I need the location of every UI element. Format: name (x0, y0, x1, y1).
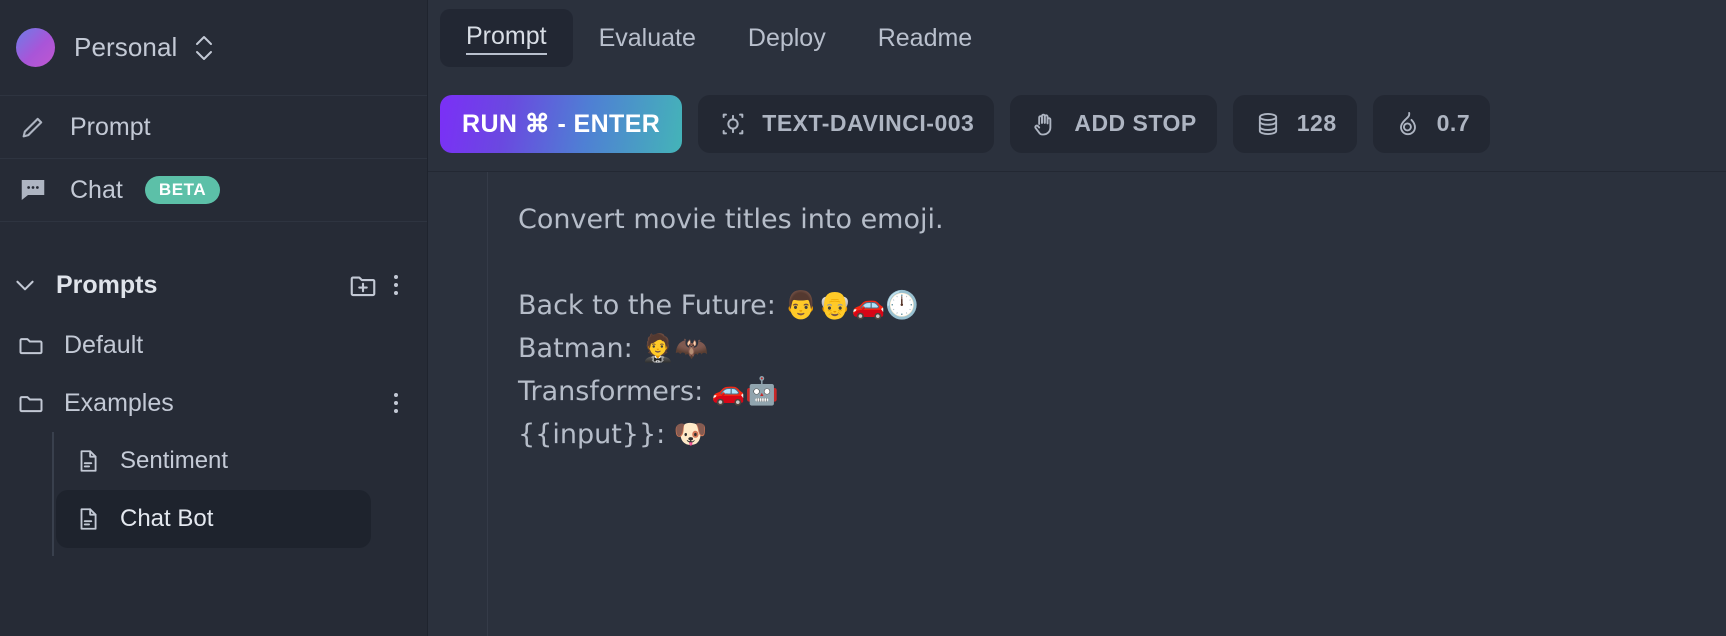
add-stop-label: ADD STOP (1074, 110, 1197, 136)
run-button[interactable]: RUN ⌘ - ENTER (440, 94, 683, 153)
sidebar-item-prompt[interactable]: Prompt (0, 96, 427, 159)
database-stack-icon (1253, 109, 1283, 139)
tab-evaluate[interactable]: Evaluate (573, 9, 722, 67)
workspace-switcher[interactable]: Personal (0, 0, 427, 96)
chevron-up-down-icon[interactable] (193, 33, 215, 63)
folder-icon (16, 330, 46, 360)
document-icon (74, 505, 102, 533)
sidebar-item-chat[interactable]: Chat BETA (0, 159, 427, 222)
list-item-sentiment-label: Sentiment (120, 447, 229, 474)
prompt-editor[interactable]: Convert movie titles into emoji. Back to… (488, 172, 1726, 636)
beta-badge: BETA (144, 176, 221, 204)
prompts-section-menu-icon[interactable] (381, 267, 411, 303)
tab-deploy[interactable]: Deploy (722, 9, 852, 67)
list-item-sentiment[interactable]: Sentiment (56, 432, 371, 490)
folder-examples-menu-icon[interactable] (381, 385, 411, 421)
temperature-value: 0.7 (1436, 110, 1471, 136)
flame-icon (1393, 109, 1423, 139)
model-selector[interactable]: TEXT-DAVINCI-003 (698, 94, 995, 153)
toolbar: RUN ⌘ - ENTER TEXT-DAVINCI-003 ADD STOP … (428, 76, 1726, 172)
main-panel: Prompt Evaluate Deploy Readme RUN ⌘ - EN… (428, 0, 1726, 636)
sidebar-item-chat-label: Chat (70, 175, 123, 204)
folder-icon (16, 388, 46, 418)
folder-default[interactable]: Default (0, 316, 427, 374)
pencil-icon (16, 110, 50, 144)
list-item-chat-bot-label: Chat Bot (120, 505, 214, 532)
add-stop-button[interactable]: ADD STOP (1010, 94, 1217, 153)
workspace-avatar (16, 28, 55, 67)
editor-gutter (428, 172, 488, 636)
folder-plus-icon[interactable] (345, 267, 381, 303)
folder-examples-label: Examples (64, 388, 174, 417)
prompts-section-header: Prompts (0, 254, 427, 316)
hand-stop-icon (1030, 109, 1060, 139)
tab-deploy-label: Deploy (747, 23, 826, 52)
sidebar: Personal Prompt Chat BETA Prompts Defaul… (0, 0, 428, 636)
max-tokens-control[interactable]: 128 (1232, 94, 1357, 153)
model-selector-label: TEXT-DAVINCI-003 (762, 110, 975, 136)
folder-default-label: Default (64, 330, 144, 359)
tab-evaluate-label: Evaluate (598, 23, 696, 52)
max-tokens-value: 128 (1296, 110, 1337, 136)
tab-readme[interactable]: Readme (852, 9, 999, 67)
workspace-name: Personal (74, 32, 178, 62)
folder-examples-children: Sentiment Chat Bot (52, 432, 427, 556)
list-item-chat-bot[interactable]: Chat Bot (56, 490, 371, 548)
tab-prompt-label: Prompt (466, 22, 547, 55)
tab-prompt[interactable]: Prompt (440, 9, 573, 67)
folder-examples[interactable]: Examples (0, 374, 427, 432)
app-root: Personal Prompt Chat BETA Prompts Defaul… (0, 0, 1726, 636)
model-node-icon (718, 109, 748, 139)
prompts-section-title: Prompts (56, 270, 158, 299)
editor-area: Convert movie titles into emoji. Back to… (428, 172, 1726, 636)
document-icon (74, 447, 102, 475)
sidebar-item-prompt-label: Prompt (70, 112, 151, 141)
tab-readme-label: Readme (877, 23, 973, 52)
chevron-down-icon[interactable] (8, 268, 42, 302)
tab-bar: Prompt Evaluate Deploy Readme (428, 0, 1726, 76)
chat-bubble-icon (16, 173, 50, 207)
temperature-control[interactable]: 0.7 (1372, 94, 1491, 153)
